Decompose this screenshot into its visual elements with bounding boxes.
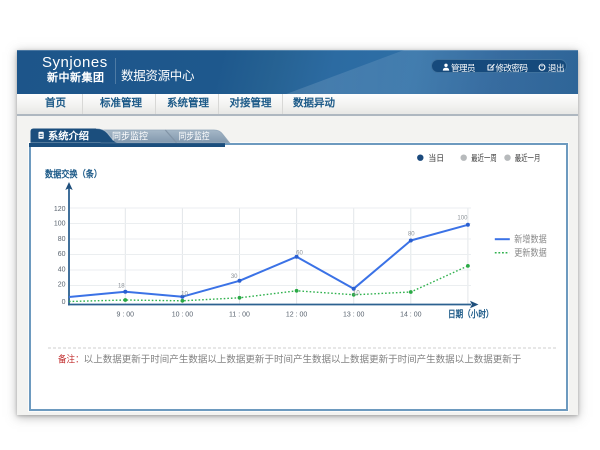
svg-text:120: 120	[54, 206, 66, 213]
svg-text:80: 80	[58, 236, 66, 243]
svg-text:数据交换（条）: 数据交换（条）	[44, 169, 102, 181]
svg-text:12 : 00: 12 : 00	[286, 312, 308, 319]
svg-text:10: 10	[181, 291, 188, 297]
svg-text:备注：以上数据更新于时间产生数据以上数据更新于时间产生数据以: 备注：以上数据更新于时间产生数据以上数据更新于时间产生数据以上数据更新于时间产生…	[58, 353, 521, 365]
svg-text:18: 18	[118, 283, 125, 289]
svg-text:60: 60	[296, 250, 303, 256]
svg-text:新增数据: 新增数据	[514, 234, 547, 246]
svg-text:100: 100	[457, 216, 468, 222]
svg-text:最近一周: 最近一周	[471, 153, 497, 163]
svg-text:80: 80	[408, 232, 415, 238]
svg-text:30: 30	[231, 274, 238, 280]
svg-text:0: 0	[62, 299, 66, 306]
svg-text:20: 20	[58, 282, 66, 289]
svg-text:最近一月: 最近一月	[515, 153, 541, 163]
svg-text:11 : 00: 11 : 00	[229, 312, 250, 319]
svg-text:更新数据: 更新数据	[514, 247, 547, 259]
svg-text:9 : 00: 9 : 00	[117, 312, 135, 319]
svg-text:10: 10	[353, 290, 360, 296]
svg-text:100: 100	[54, 221, 66, 228]
svg-text:14 : 00: 14 : 00	[400, 312, 422, 319]
svg-text:60: 60	[58, 251, 66, 258]
svg-text:当日: 当日	[428, 153, 444, 163]
svg-text:日期（小时）: 日期（小时）	[448, 309, 494, 321]
svg-text:13 : 00: 13 : 00	[343, 312, 365, 319]
svg-text:40: 40	[58, 266, 66, 273]
svg-text:10 : 00: 10 : 00	[172, 312, 194, 319]
